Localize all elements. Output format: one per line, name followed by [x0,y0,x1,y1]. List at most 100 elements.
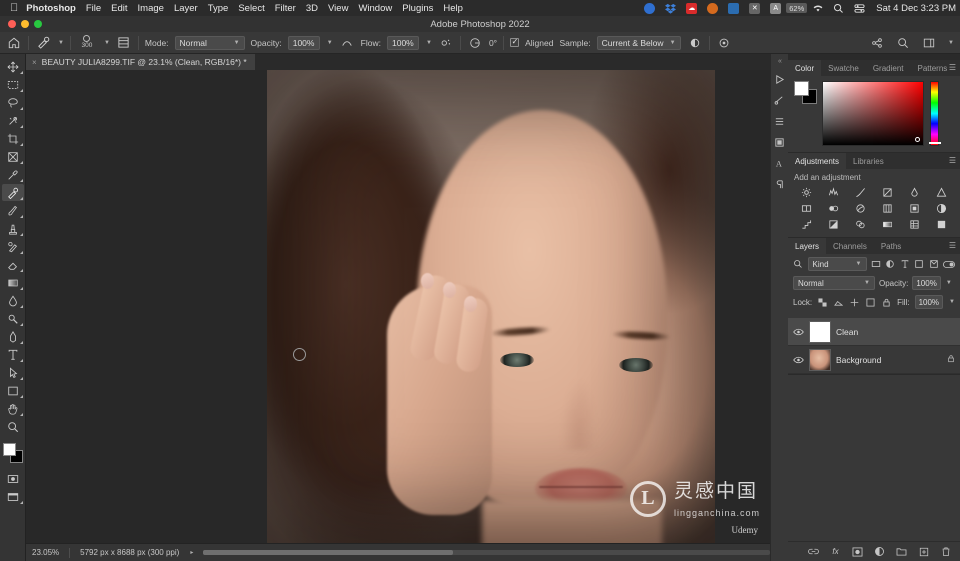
x-icon[interactable]: ✕ [748,2,761,15]
marquee-tool[interactable] [2,76,24,93]
document-tab[interactable]: × BEAUTY JULIA8299.TIF @ 23.1% (Clean, R… [26,54,256,70]
opacity-input[interactable]: 100% [287,35,320,50]
mode-select[interactable]: Normal ▼ [174,35,245,50]
dodge-tool[interactable] [2,310,24,327]
healing-brush-icon[interactable] [35,35,51,51]
share-icon[interactable] [869,35,885,51]
layer-opacity-input[interactable]: 100% [912,276,941,290]
panel-menu-icon[interactable]: ☰ [949,64,956,72]
pressure-size-icon[interactable] [716,35,732,51]
flow-chevron-down-icon[interactable]: ▼ [426,40,432,46]
sample-select[interactable]: Current & Below ▼ [596,35,681,50]
hue-slider[interactable] [929,81,941,146]
adjustment-filter-icon[interactable] [885,258,896,270]
panel-menu-icon[interactable]: ☰ [949,242,956,250]
channel-mixer-icon[interactable] [875,202,900,215]
hue-saturation-icon[interactable] [929,186,954,199]
play-icon[interactable] [773,72,787,86]
adobe-icon[interactable]: A [769,2,782,15]
menu-window[interactable]: Window [358,3,392,14]
move-tool[interactable] [2,58,24,75]
shape-tool[interactable] [2,382,24,399]
quick-mask-tool[interactable] [2,470,24,487]
type-filter-icon[interactable] [900,258,911,270]
lock-image-icon[interactable] [833,296,844,308]
flow-input[interactable]: 100% [386,35,419,50]
object-selection-tool[interactable] [2,112,24,129]
eraser-tool[interactable] [2,256,24,273]
layer-kind-select[interactable]: Kind ▼ [807,257,867,271]
menu-3d[interactable]: 3D [306,3,318,14]
pen-tool[interactable] [2,328,24,345]
layer-row-background[interactable]: Background [788,346,960,374]
hand-tool[interactable] [2,400,24,417]
tab-channels[interactable]: Channels [826,238,874,254]
fill-input[interactable]: 100% [914,295,944,309]
layer-visibility-icon[interactable] [793,356,804,364]
aligned-checkbox[interactable] [510,37,520,47]
tab-adjustments[interactable]: Adjustments [788,153,847,169]
menu-plugins[interactable]: Plugins [402,3,433,14]
lock-transparent-icon[interactable] [817,296,828,308]
menu-edit[interactable]: Edit [111,3,127,14]
maximize-window-button[interactable] [34,20,42,28]
adjustment-icon[interactable] [873,545,886,558]
blend-mode-select[interactable]: Normal ▼ [793,276,875,290]
layer-lock-icon[interactable] [947,354,955,365]
blur-tool[interactable] [2,292,24,309]
crop-tool[interactable] [2,130,24,147]
tab-gradient[interactable]: Gradient [866,60,911,76]
lasso-tool[interactable] [2,94,24,111]
lock-artboard-icon[interactable] [865,296,876,308]
pixel-filter-icon[interactable] [871,258,882,270]
zoom-level[interactable]: 23.05% [32,548,59,557]
type-tool[interactable] [2,346,24,363]
levels-icon[interactable] [821,186,846,199]
mask-icon[interactable] [851,545,864,558]
close-icon[interactable]: × [32,58,37,67]
search-icon[interactable] [832,2,845,15]
exposure-icon[interactable] [875,186,900,199]
layer-row-clean[interactable]: Clean [788,318,960,346]
filter-toggle-icon[interactable] [943,258,955,270]
swatch-icon[interactable] [773,135,787,149]
eyedropper-tool[interactable] [2,166,24,183]
layer-thumbnail[interactable] [809,348,831,371]
selective-color-icon[interactable] [848,218,873,231]
color-picker-field[interactable] [822,81,924,146]
creative-cloud-icon[interactable]: ☁ [685,2,698,15]
angle-dial-icon[interactable] [467,35,483,51]
menu-view[interactable]: View [328,3,348,14]
menu-image[interactable]: Image [138,3,164,14]
delete-icon[interactable] [939,545,952,558]
collapse-icon[interactable]: « [778,58,782,65]
record-icon[interactable] [643,2,656,15]
trello-icon[interactable] [727,2,740,15]
brush-tool[interactable] [2,202,24,219]
document-image[interactable] [267,70,715,543]
tab-layers[interactable]: Layers [788,238,827,254]
minimize-window-button[interactable] [21,20,29,28]
canvas-area[interactable]: L 灵感中国 lingganchina.com Udemy [26,70,776,543]
tab-patterns[interactable]: Patterns [911,60,955,76]
workspace-chevron-down-icon[interactable]: ▼ [948,40,954,46]
threshold-icon[interactable] [821,218,846,231]
fx-icon[interactable]: fx [829,545,842,558]
opacity-chevron-down-icon[interactable]: ▼ [327,40,333,46]
lock-position-icon[interactable] [849,296,860,308]
tool-preset-chevron-down-icon[interactable]: ▼ [58,40,64,46]
fill-chevron-down-icon[interactable]: ▼ [949,299,955,305]
color-panel-swatches[interactable] [794,81,817,104]
brush-panel-icon[interactable] [116,35,132,51]
invert-icon[interactable] [929,202,954,215]
airbrush-icon[interactable] [438,35,454,51]
search-icon[interactable] [895,35,911,51]
apple-logo-icon[interactable]:  [10,2,18,14]
posterize-icon[interactable] [794,218,819,231]
sample-mask-icon[interactable] [687,35,703,51]
foreground-color-swatch[interactable] [2,443,16,456]
lock-all-icon[interactable] [881,296,892,308]
vibrance-icon[interactable] [902,186,927,199]
character-icon[interactable]: A [773,156,787,170]
gradient-map-icon[interactable] [875,218,900,231]
